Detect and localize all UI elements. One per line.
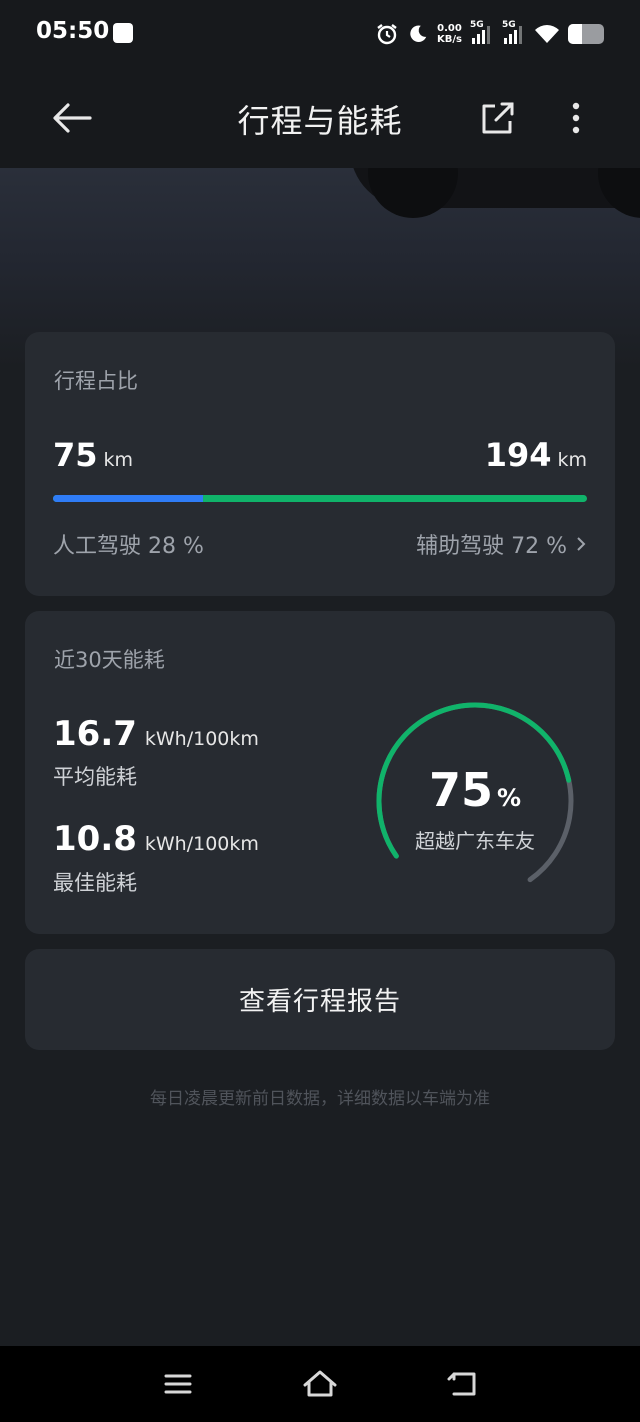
view-trip-report-button[interactable]: 查看行程报告 [25,949,615,1050]
avg-energy-label: 平均能耗 [53,765,137,789]
notification-icon [113,23,133,43]
chevron-right-icon [577,537,586,551]
avg-energy-unit: kWh/100km [144,728,259,750]
assisted-ratio-link[interactable]: 辅助驾驶 72 % [416,528,587,560]
alarm-icon [377,24,397,45]
car-wheel [598,168,640,218]
card-title: 行程占比 [54,369,138,393]
avg-energy: 16.7 kWh/100km [53,714,259,754]
avg-energy-value: 16.7 [53,714,137,754]
best-energy-unit: kWh/100km [144,833,259,855]
share-icon[interactable] [478,98,518,138]
assisted-km-value: 194 [484,436,552,474]
manual-km: 75 km [53,436,133,474]
manual-km-value: 75 [53,436,98,474]
signal-icon: 5G [470,20,494,46]
network-speed-unit: KB/s [437,34,462,45]
gauge-percent: 75% [370,763,580,817]
moon-icon [410,25,427,42]
km-unit: km [557,449,587,471]
status-time: 05:50 [36,18,110,44]
assisted-km: 194 km [485,436,587,474]
data-update-note: 每日凌晨更新前日数据，详细数据以车端为准 [150,1089,490,1109]
km-unit: km [103,449,134,471]
trip-ratio-card[interactable]: 行程占比 75 km 194 km 人工驾驶 28 % 辅助驾驶 72 % [25,332,615,596]
best-energy-value: 10.8 [53,819,137,859]
page-title: 行程与能耗 [237,102,403,140]
car-wheel [368,168,458,218]
gauge-percent-sign: % [496,784,522,812]
best-energy: 10.8 kWh/100km [53,819,259,859]
percentile-gauge: 75% 超越广东车友 [370,701,580,901]
signal-icon: 5G [502,20,526,46]
gauge-percent-value: 75 [428,763,493,817]
home-icon[interactable] [300,1368,340,1400]
gauge-label: 超越广东车友 [415,829,535,853]
status-bar: 05:50 0.00 KB/s 5G 5G [0,0,640,68]
manual-ratio-fill [53,495,203,502]
trip-ratio-bar [53,495,587,502]
best-energy-label: 最佳能耗 [53,871,137,895]
energy-card[interactable]: 近30天能耗 16.7 kWh/100km 平均能耗 10.8 kWh/100km … [25,611,615,934]
menu-icon[interactable] [158,1368,198,1400]
system-nav-bar [0,1346,640,1422]
back-icon[interactable] [442,1368,482,1400]
assisted-ratio-label: 辅助驾驶 72 % [416,534,567,559]
manual-ratio-label: 人工驾驶 28 % [53,534,204,559]
wifi-icon [535,25,559,43]
signal-label: 5G [470,20,484,30]
status-icons: 0.00 KB/s 5G 5G [375,20,604,48]
more-icon[interactable] [562,98,590,138]
signal-label: 5G [502,20,516,30]
network-speed-value: 0.00 [437,23,462,34]
network-speed: 0.00 KB/s [437,23,462,45]
battery-icon [568,24,604,44]
app-header: 行程与能耗 [0,68,640,168]
card-title: 近30天能耗 [54,648,165,672]
